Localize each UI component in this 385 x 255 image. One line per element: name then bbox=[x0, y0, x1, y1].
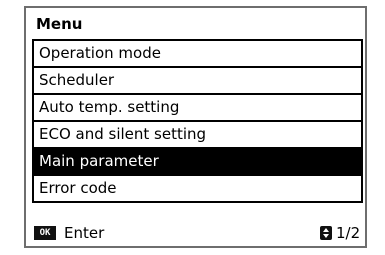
menu-item-operation-mode[interactable]: Operation mode bbox=[32, 39, 363, 68]
enter-label: Enter bbox=[64, 224, 105, 242]
menu-item-scheduler[interactable]: Scheduler bbox=[32, 68, 363, 95]
menu-item-error-code[interactable]: Error code bbox=[32, 176, 363, 203]
menu-title: Menu bbox=[36, 15, 83, 33]
menu-list: Operation mode Scheduler Auto temp. sett… bbox=[32, 39, 363, 203]
menu-item-auto-temp-setting[interactable]: Auto temp. setting bbox=[32, 95, 363, 122]
page-indicator: 1/2 bbox=[336, 224, 361, 242]
menu-item-eco-silent-setting[interactable]: ECO and silent setting bbox=[32, 122, 363, 149]
menu-screen: Menu Operation mode Scheduler Auto temp.… bbox=[24, 6, 367, 248]
up-down-arrows-icon bbox=[320, 226, 332, 240]
menu-footer: OK Enter 1/2 bbox=[32, 223, 363, 245]
ok-button-icon: OK bbox=[34, 226, 56, 240]
menu-item-main-parameter[interactable]: Main parameter bbox=[32, 149, 363, 176]
